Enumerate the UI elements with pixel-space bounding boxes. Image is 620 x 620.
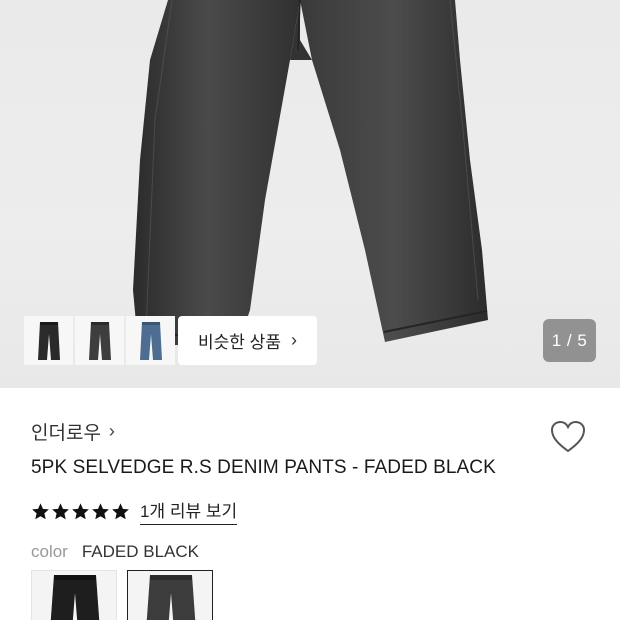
- product-image-carousel[interactable]: 비슷한 상품 › 1 / 5: [0, 0, 620, 388]
- color-value: FADED BLACK: [81, 542, 200, 561]
- product-title: 5PK SELVEDGE R.S DENIM PANTS - FADED BLA…: [31, 457, 496, 478]
- color-swatches: [31, 570, 213, 620]
- jeans-thumb-black-icon: [37, 321, 60, 360]
- color-row: color FADED BLACK: [31, 542, 199, 562]
- jeans-thumb-faded-black-icon: [88, 321, 111, 360]
- brand-name: 인더로우: [31, 423, 101, 444]
- star-icon: [92, 502, 109, 519]
- jeans-thumb-blue-icon: [139, 321, 162, 360]
- color-swatch-faded-black[interactable]: [127, 570, 213, 620]
- brand-link[interactable]: 인더로우 ›: [31, 418, 115, 445]
- heart-icon[interactable]: [549, 419, 587, 455]
- chevron-right-icon: ›: [108, 421, 115, 441]
- jeans-swatch-faded-black-icon: [146, 575, 196, 620]
- star-icon: [72, 502, 89, 519]
- star-icon: [52, 502, 69, 519]
- view-reviews-link[interactable]: 1개 리뷰 보기: [140, 497, 238, 525]
- color-label: color: [31, 542, 68, 561]
- thumbnail-blue[interactable]: [126, 316, 175, 365]
- star-rating: [31, 502, 130, 521]
- thumbnail-black[interactable]: [24, 316, 73, 365]
- star-icon: [32, 502, 49, 519]
- jeans-swatch-black-icon: [50, 575, 100, 620]
- similar-products-button[interactable]: 비슷한 상품 ›: [178, 316, 317, 365]
- image-page-counter: 1 / 5: [543, 319, 596, 362]
- color-swatch-black[interactable]: [31, 570, 117, 620]
- similar-products-label: 비슷한 상품: [198, 333, 281, 352]
- rating-row: 1개 리뷰 보기: [31, 497, 238, 525]
- star-icon: [112, 502, 129, 519]
- thumbnail-strip: [24, 316, 175, 365]
- chevron-right-icon: ›: [290, 330, 297, 350]
- thumbnail-faded-black[interactable]: [75, 316, 124, 365]
